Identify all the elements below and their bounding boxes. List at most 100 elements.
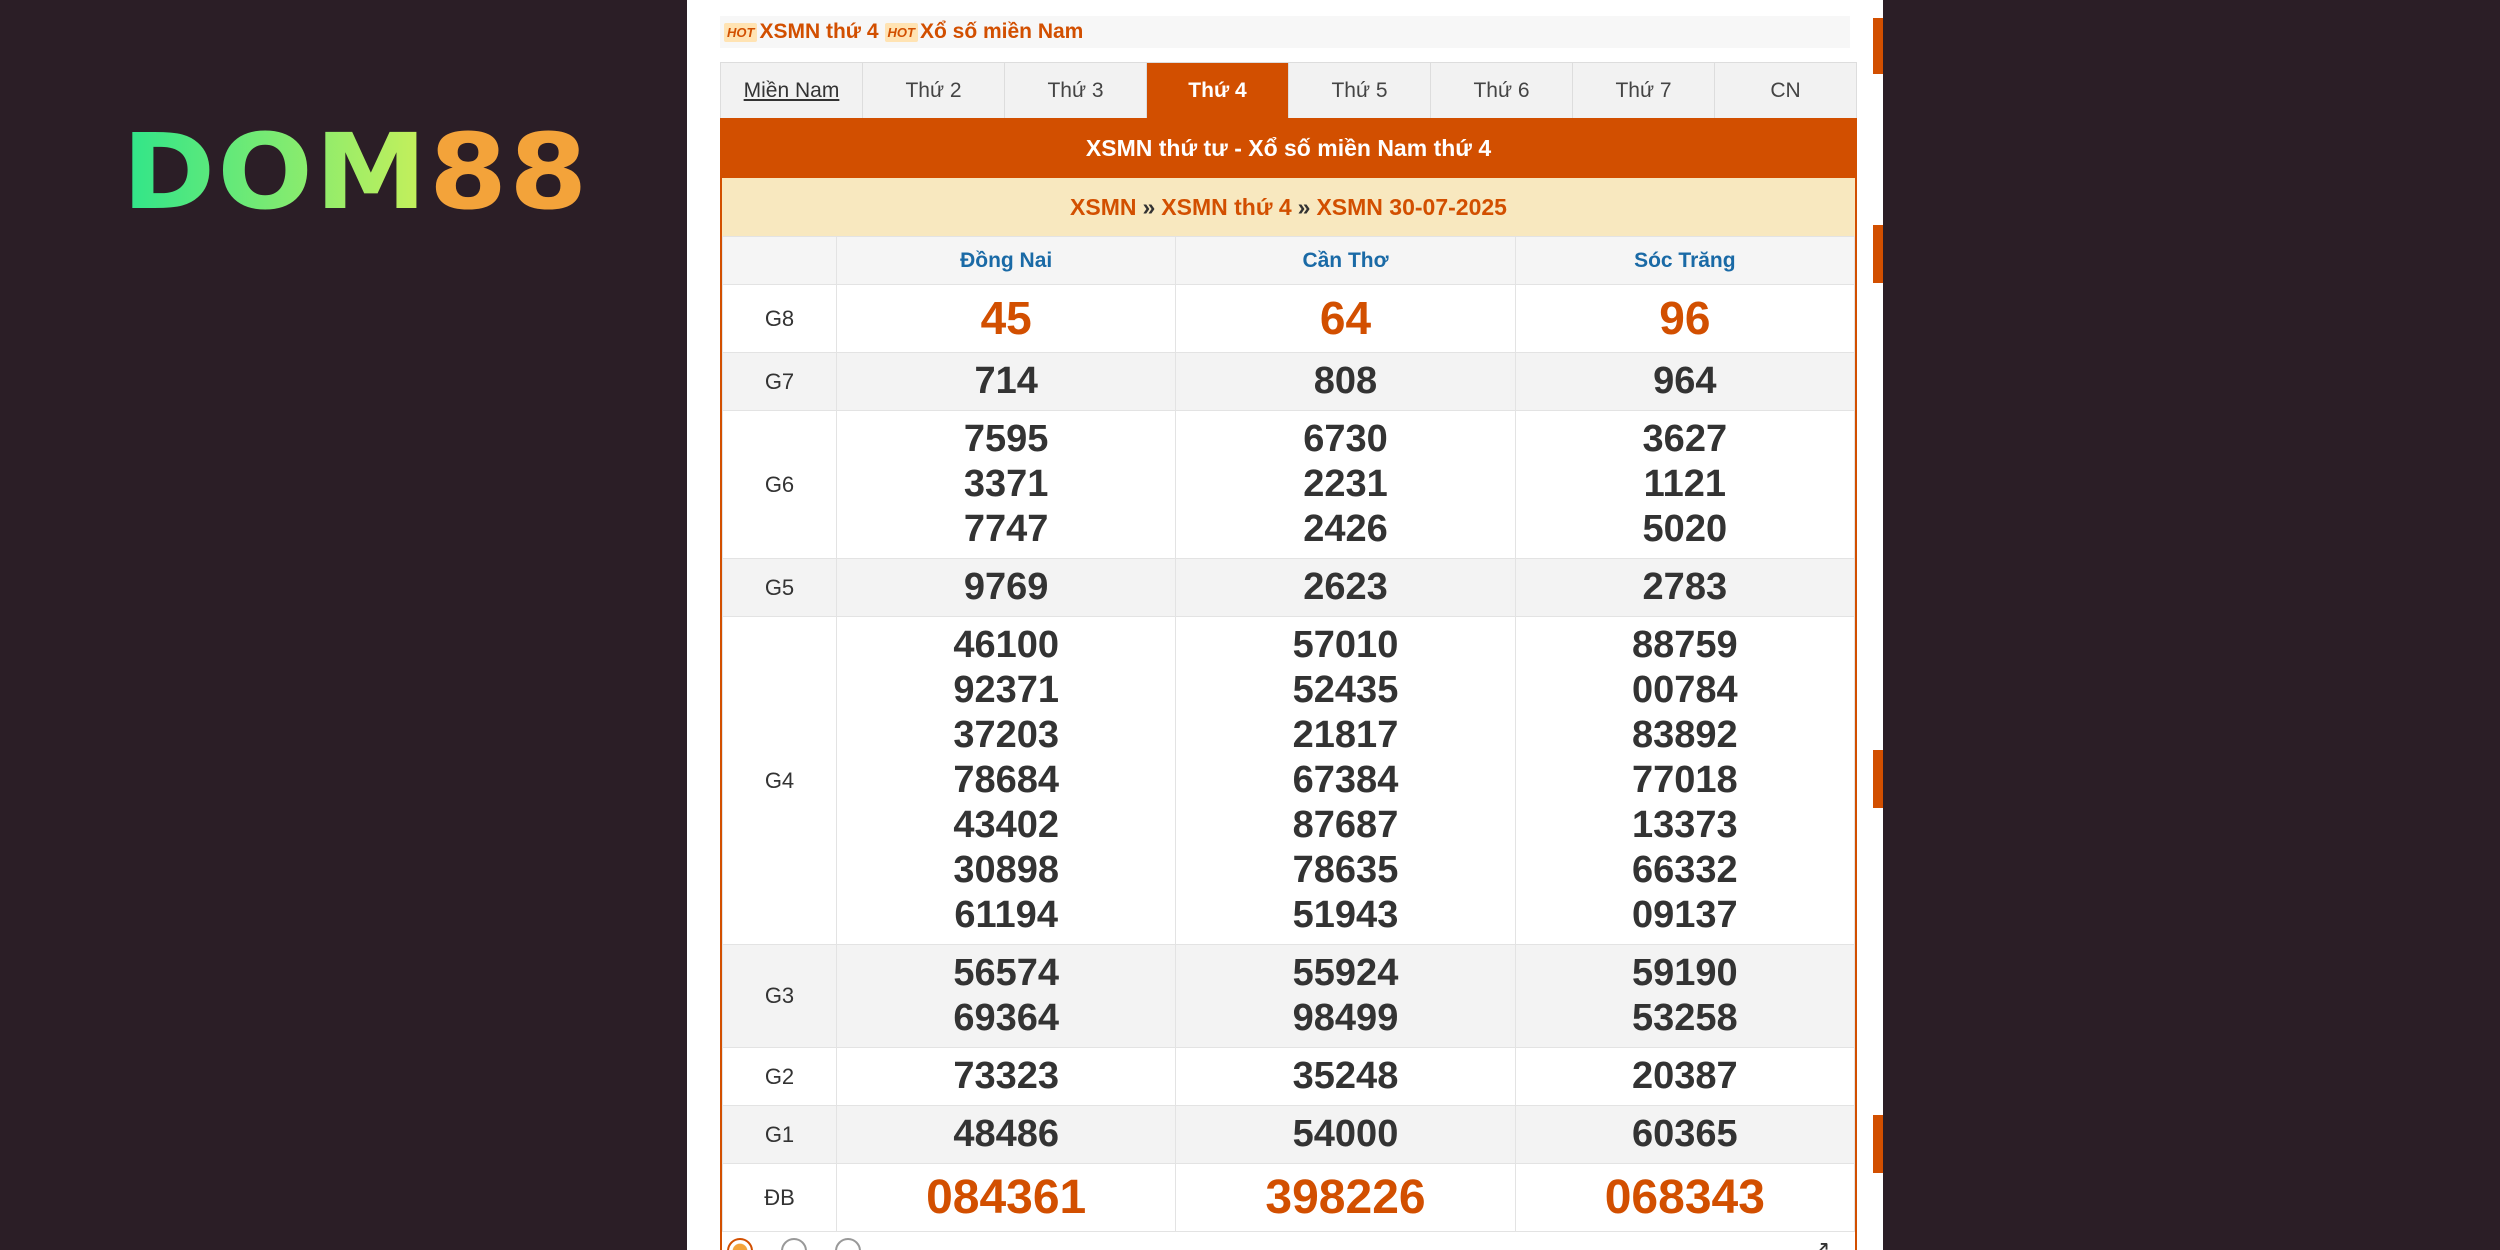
breadcrumb-item-date[interactable]: XSMN 30-07-2025 xyxy=(1316,194,1507,221)
prize-number: 92371 xyxy=(953,669,1059,711)
expand-arrow-icon[interactable]: ↗ xyxy=(1812,1236,1830,1250)
prize-cell: 714 xyxy=(835,352,1177,411)
prize-number: 09137 xyxy=(1631,894,1738,936)
prize-cell: 54000 xyxy=(1175,1105,1516,1164)
prize-number: 67384 xyxy=(1292,759,1399,801)
prize-number: 51943 xyxy=(1292,894,1399,936)
prize-number: 78684 xyxy=(953,759,1059,801)
prize-number: 3371 xyxy=(963,463,1049,505)
edge-tab[interactable] xyxy=(1873,1115,1883,1173)
results-table: Đồng Nai Cần Thơ Sóc Trăng G8 45 64 96 G7 714… xyxy=(722,236,1856,1232)
logo-part1: DOM xyxy=(122,111,429,233)
prize-number: 46100 xyxy=(953,624,1059,666)
prize-cell: 48486 xyxy=(835,1105,1177,1164)
header-province[interactable]: Sóc Trăng xyxy=(1514,236,1856,285)
prize-number: 98499 xyxy=(1292,997,1399,1039)
prize-number: 55924 xyxy=(1292,952,1399,994)
prize-row: G2 73323 35248 20387 xyxy=(722,1047,1856,1106)
prize-number: 83892 xyxy=(1631,714,1738,756)
prize-number: 9769 xyxy=(963,566,1049,608)
prize-number: 53258 xyxy=(1631,997,1738,1039)
prize-cell: 2623 xyxy=(1175,558,1516,617)
breadcrumb-item-xsmn[interactable]: XSMN xyxy=(1070,194,1136,221)
prize-cell: 068343 xyxy=(1514,1163,1856,1232)
results-title: XSMN thứ tư - Xổ số miền Nam thứ 4 xyxy=(720,118,1857,178)
prize-number: 43402 xyxy=(953,804,1059,846)
option-radio-selected[interactable] xyxy=(727,1238,759,1250)
prize-row: G8 45 64 96 xyxy=(722,284,1856,353)
option-radio[interactable] xyxy=(781,1238,813,1250)
prize-number: 69364 xyxy=(953,997,1059,1039)
prize-number: 54000 xyxy=(1292,1113,1399,1155)
prize-number: 714 xyxy=(974,360,1038,402)
prize-number: 7595 xyxy=(963,418,1049,460)
prize-row: G5 9769 2623 2783 xyxy=(722,558,1856,617)
breadcrumb-separator: » xyxy=(1297,193,1311,220)
breadcrumb-separator: » xyxy=(1142,193,1156,220)
hot-link-xo-so-mien-nam[interactable]: Xổ số miền Nam xyxy=(920,20,1083,44)
header-province[interactable]: Cần Thơ xyxy=(1175,236,1516,285)
edge-tab[interactable] xyxy=(1873,225,1883,283)
prize-label: G3 xyxy=(722,944,837,1048)
prize-number: 57010 xyxy=(1292,624,1399,666)
prize-number: 964 xyxy=(1653,360,1717,402)
prize-cell: 7595 3371 7747 xyxy=(835,410,1177,559)
prize-label: G8 xyxy=(722,284,837,353)
prize-cell: 398226 xyxy=(1175,1163,1516,1232)
prize-cell: 59190 53258 xyxy=(1514,944,1856,1048)
tab-thu-5[interactable]: Thứ 5 xyxy=(1289,63,1431,118)
tab-thu-2[interactable]: Thứ 2 xyxy=(863,63,1005,118)
prize-cell: 6730 2231 2426 xyxy=(1175,410,1516,559)
prize-label: G6 xyxy=(722,410,837,559)
side-edge-tabs xyxy=(1873,0,1883,1250)
prize-number: 87687 xyxy=(1292,804,1399,846)
hot-links-bar: HOT XSMN thứ 4 HOT Xổ số miền Nam xyxy=(720,16,1850,48)
lottery-page: HOT XSMN thứ 4 HOT Xổ số miền Nam Miền N… xyxy=(687,0,1883,1250)
prize-label: G5 xyxy=(722,558,837,617)
day-tabs: Miền Nam Thứ 2 Thứ 3 Thứ 4 Thứ 5 Thứ 6 T… xyxy=(720,62,1857,118)
tab-mien-nam[interactable]: Miền Nam xyxy=(721,63,863,118)
prize-cell: 2783 xyxy=(1514,558,1856,617)
prize-number: 77018 xyxy=(1631,759,1738,801)
header-blank xyxy=(722,236,837,285)
tab-thu-7[interactable]: Thứ 7 xyxy=(1573,63,1715,118)
prize-number: 068343 xyxy=(1604,1171,1765,1224)
breadcrumb-item-xsmn-thu-4[interactable]: XSMN thứ 4 xyxy=(1161,194,1291,221)
tab-thu-6[interactable]: Thứ 6 xyxy=(1431,63,1573,118)
tab-thu-4[interactable]: Thứ 4 xyxy=(1147,63,1289,118)
prize-number: 78635 xyxy=(1292,849,1399,891)
prize-cell: 46100 92371 37203 78684 43402 30898 61194 xyxy=(835,616,1177,945)
breadcrumb: XSMN » XSMN thứ 4 » XSMN 30-07-2025 xyxy=(722,178,1855,236)
option-radio[interactable] xyxy=(835,1238,867,1250)
prize-number: 64 xyxy=(1319,292,1372,344)
prize-cell: 96 xyxy=(1514,284,1856,353)
prize-label: G4 xyxy=(722,616,837,945)
prize-number: 2623 xyxy=(1303,566,1388,608)
prize-number: 6730 xyxy=(1303,418,1388,460)
edge-tab[interactable] xyxy=(1873,18,1883,74)
edge-tab[interactable] xyxy=(1873,750,1883,808)
hot-badge: HOT xyxy=(724,22,758,42)
prize-number: 66332 xyxy=(1631,849,1738,891)
prize-label: G1 xyxy=(722,1105,837,1164)
hot-link-xsmn-thu-4[interactable]: XSMN thứ 4 xyxy=(759,20,878,44)
prize-cell: 084361 xyxy=(835,1163,1177,1232)
tab-thu-3[interactable]: Thứ 3 xyxy=(1005,63,1147,118)
prize-cell: 964 xyxy=(1514,352,1856,411)
header-province[interactable]: Đồng Nai xyxy=(835,236,1177,285)
prize-number: 37203 xyxy=(953,714,1059,756)
prize-number: 3627 xyxy=(1642,418,1728,460)
hot-badge: HOT xyxy=(884,22,918,42)
prize-cell: 55924 98499 xyxy=(1175,944,1516,1048)
dom88-logo: DOM88 xyxy=(122,120,590,224)
tab-cn[interactable]: CN xyxy=(1715,63,1856,118)
prize-cell: 88759 00784 83892 77018 13373 66332 09137 xyxy=(1514,616,1856,945)
prize-number: 7747 xyxy=(963,508,1049,550)
prize-cell: 57010 52435 21817 67384 87687 78635 51943 xyxy=(1175,616,1516,945)
prize-number: 00784 xyxy=(1631,669,1738,711)
prize-number: 61194 xyxy=(954,894,1058,936)
prize-label: G7 xyxy=(722,352,837,411)
prize-row: G6 7595 3371 7747 6730 2231 2426 3627 1121 5020 xyxy=(722,410,1856,559)
prize-number: 59190 xyxy=(1631,952,1738,994)
prize-number: 52435 xyxy=(1292,669,1399,711)
